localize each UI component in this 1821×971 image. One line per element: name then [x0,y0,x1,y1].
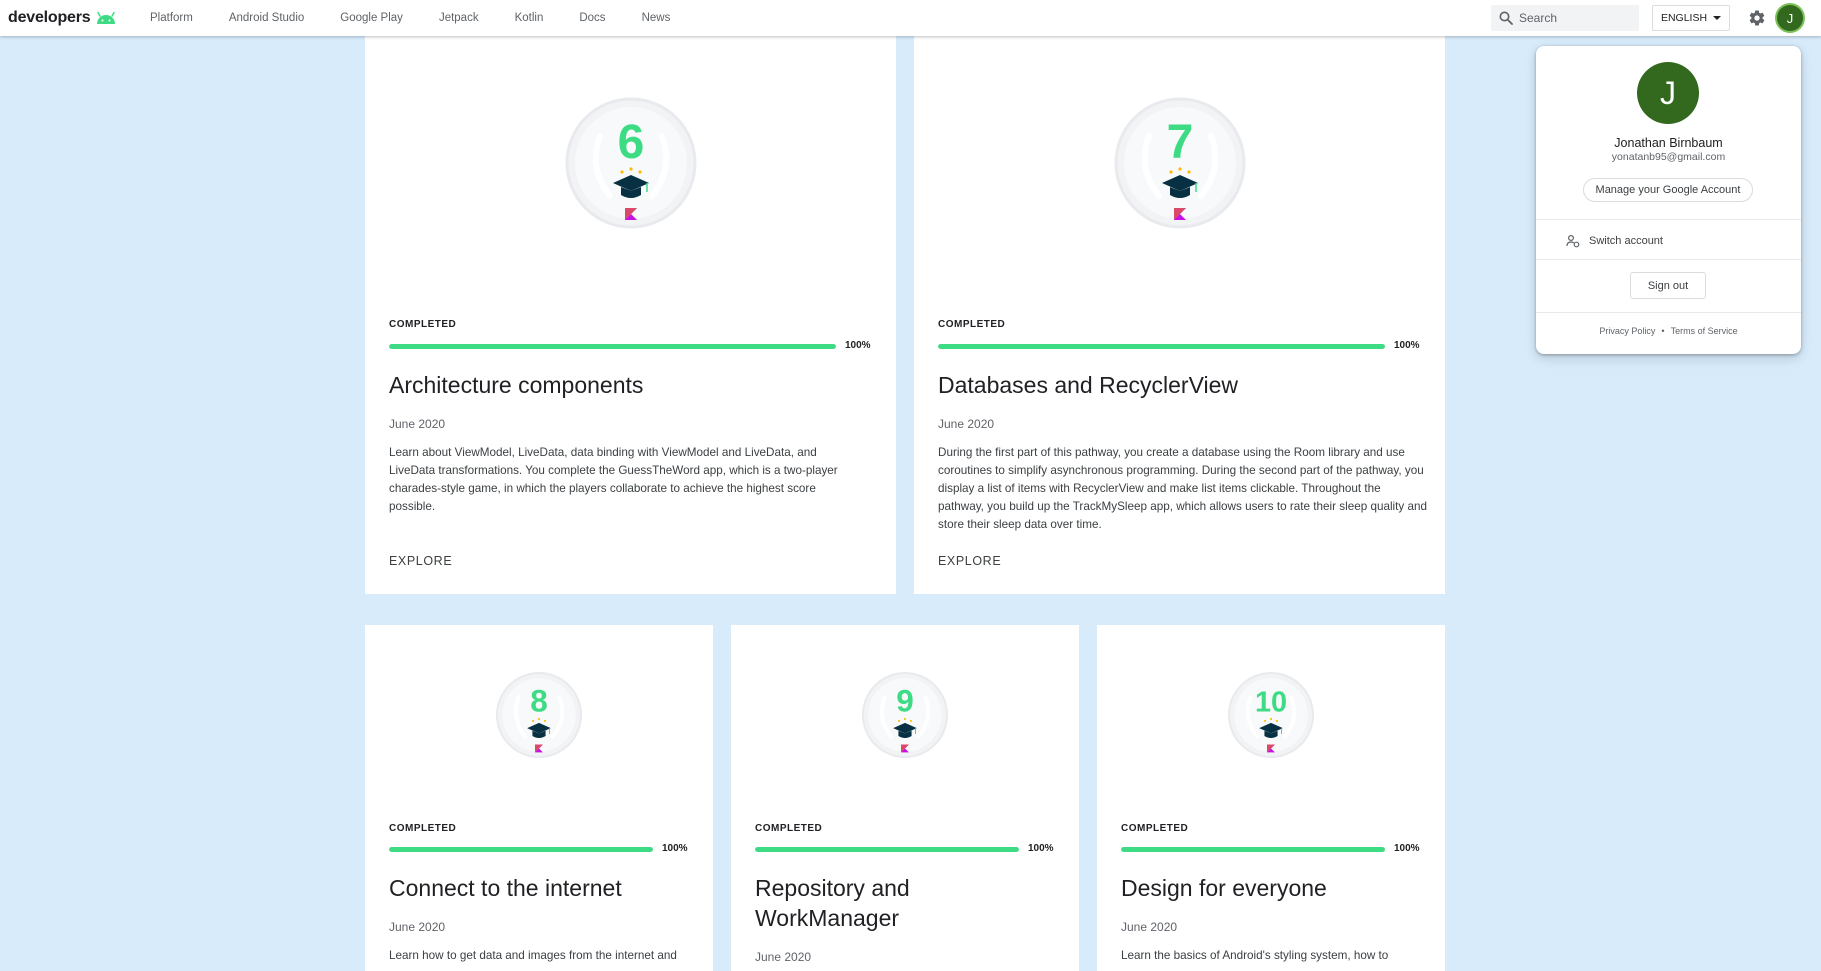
card-date: June 2020 [1121,920,1178,934]
nav-docs[interactable]: Docs [579,0,605,36]
progress-percent: 100% [1028,843,1054,854]
nav-news[interactable]: News [642,0,671,36]
nav-kotlin[interactable]: Kotlin [515,0,544,36]
pathway-card-10: 10 COMPLETED 100% Design for everyone Ju… [1097,625,1445,971]
badge-7: 7 [1113,96,1247,230]
badge-number: 10 [1255,687,1287,719]
badge-9: 9 [861,671,949,759]
switch-account-label: Switch account [1589,235,1663,247]
divider [1536,259,1801,260]
link-separator: • [1661,326,1665,336]
card-title: Design for everyone [1121,875,1327,901]
switch-account-icon [1566,234,1580,248]
pathway-card-7: 7 COMPLETED 100% Databases and RecyclerV… [914,36,1445,594]
top-navigation-bar: developers Platform Android Studio Googl… [0,0,1821,36]
progress-fill [389,344,836,349]
badge-number: 7 [1167,116,1194,169]
logo-text: developers [8,9,91,26]
card-title: Repository and WorkManager [755,875,910,931]
avatar-initial: J [1786,10,1794,26]
explore-link[interactable]: EXPLORE [389,554,452,568]
account-email: yonatanb95@gmail.com [1611,151,1726,163]
progress-percent: 100% [845,340,871,351]
progress-bar [938,344,1385,349]
card-description: Learn how to get data and images from th… [389,949,677,962]
status-label: COMPLETED [389,823,457,834]
explore-link[interactable]: EXPLORE [938,554,1001,568]
card-title: Databases and RecyclerView [938,372,1239,398]
divider [1536,219,1801,220]
account-avatar[interactable]: J [1637,62,1699,124]
account-avatar-button[interactable]: J [1777,5,1803,31]
card-description: Learn about ViewModel, LiveData, data bi… [389,446,838,513]
switch-account-button[interactable]: Switch account [1566,232,1663,250]
gear-icon[interactable] [1748,9,1766,27]
progress-percent: 100% [1394,843,1420,854]
caret-down-icon [1713,16,1722,20]
developers-logo[interactable]: developers [8,8,117,28]
card-date: June 2020 [938,417,995,431]
sign-out-button[interactable]: Sign out [1630,272,1706,299]
pathway-card-8: 8 COMPLETED 100% Connect to the internet… [365,625,713,971]
badge-6: 6 [564,96,698,230]
account-name: Jonathan Birnbaum [1614,136,1723,150]
progress-fill [1121,847,1385,852]
badge-10: 10 [1227,671,1315,759]
progress-percent: 100% [1394,340,1420,351]
badge-number: 9 [896,683,914,719]
avatar-initial: J [1660,74,1676,111]
pathway-card-9: 9 COMPLETED 100% Repository and WorkMana… [731,625,1079,971]
card-title: Connect to the internet [389,875,622,901]
progress-bar [1121,847,1385,852]
progress-fill [755,847,1019,852]
progress-fill [389,847,653,852]
language-label: ENGLISH [1660,12,1708,24]
nav-google-play[interactable]: Google Play [340,0,403,36]
divider [1536,312,1801,313]
progress-bar [389,847,653,852]
main-nav: Platform Android Studio Google Play Jetp… [150,0,706,36]
card-title: Architecture components [389,372,644,398]
search-input[interactable] [1519,11,1629,25]
account-footer-links: Privacy Policy • Terms of Service [1536,326,1801,336]
progress-fill [938,344,1385,349]
progress-bar [389,344,836,349]
android-icon [96,11,115,24]
card-date: June 2020 [389,920,446,934]
pathway-card-6: 6 COMPLETED 100% Architecture components… [365,36,896,594]
search-icon [1499,11,1513,25]
status-label: COMPLETED [1121,823,1189,834]
status-label: COMPLETED [755,823,823,834]
badge-number: 6 [618,116,645,169]
progress-percent: 100% [662,843,688,854]
search-box[interactable] [1491,5,1639,31]
account-menu-popup: J Jonathan Birnbaum yonatanb95@gmail.com… [1536,46,1801,354]
progress-bar [755,847,1019,852]
card-description: During the first part of this pathway, y… [938,446,1427,531]
card-description: Learn the basics of Android's styling sy… [1121,949,1389,962]
nav-jetpack[interactable]: Jetpack [439,0,479,36]
nav-platform[interactable]: Platform [150,0,193,36]
nav-android-studio[interactable]: Android Studio [229,0,304,36]
language-select[interactable]: ENGLISH [1652,5,1730,31]
status-label: COMPLETED [389,319,457,330]
status-label: COMPLETED [938,319,1006,330]
terms-of-service-link[interactable]: Terms of Service [1671,326,1738,336]
card-date: June 2020 [755,950,812,964]
badge-8: 8 [495,671,583,759]
manage-account-button[interactable]: Manage your Google Account [1583,178,1753,202]
badge-number: 8 [530,683,548,719]
card-date: June 2020 [389,417,446,431]
privacy-policy-link[interactable]: Privacy Policy [1599,326,1655,336]
